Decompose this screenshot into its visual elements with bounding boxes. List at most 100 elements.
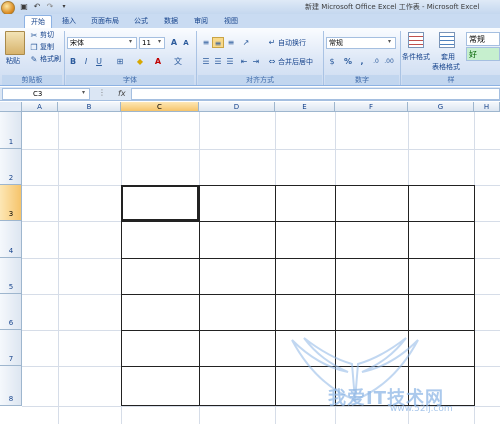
- font-group-label: 字体: [66, 75, 194, 85]
- borders-icon[interactable]: ⊞: [114, 56, 126, 67]
- column-header-h[interactable]: H: [474, 102, 500, 112]
- column-header-d[interactable]: D: [199, 102, 275, 112]
- tab-data[interactable]: 数据: [158, 15, 184, 28]
- ribbon: 粘贴 ✂ 剪切 ❐ 复制 ✎ 格式刷 剪贴板 宋体 ▾ 11 ▾ A A B I…: [0, 28, 500, 86]
- conditional-format-button[interactable]: 条件格式: [402, 52, 430, 63]
- tab-formulas[interactable]: 公式: [128, 15, 154, 28]
- table-border: [474, 185, 475, 406]
- styles-group-label: 样: [402, 75, 500, 85]
- save-icon[interactable]: ▣: [18, 1, 30, 12]
- shrink-font-button[interactable]: A: [180, 38, 192, 49]
- formula-input[interactable]: [131, 88, 500, 100]
- align-left-icon[interactable]: ☰: [200, 56, 212, 67]
- align-right-icon[interactable]: ☰: [224, 56, 236, 67]
- insert-function-button[interactable]: fx: [118, 88, 130, 100]
- tab-home[interactable]: 开始: [24, 15, 52, 28]
- phonetic-icon[interactable]: 文: [172, 56, 184, 67]
- conditional-format-icon[interactable]: [408, 32, 424, 48]
- group-separator: [323, 31, 324, 85]
- format-painter-button[interactable]: 格式刷: [40, 54, 61, 65]
- format-as-table-icon[interactable]: [439, 32, 455, 48]
- tab-review[interactable]: 审阅: [188, 15, 214, 28]
- row-number: 7: [8, 355, 14, 363]
- format-as-table-button-line2[interactable]: 表格格式: [432, 62, 460, 73]
- column-header-f[interactable]: F: [335, 102, 408, 112]
- row-number: 3: [8, 210, 14, 218]
- row-header-1[interactable]: 1: [0, 112, 22, 149]
- number-format-select[interactable]: 常规: [326, 37, 396, 49]
- table-border: [121, 294, 475, 295]
- row-number: 6: [8, 319, 14, 327]
- row-header-3[interactable]: 3: [0, 185, 22, 221]
- customize-qat-icon[interactable]: ▾: [58, 1, 70, 12]
- wrap-text-icon: ↵: [268, 38, 276, 47]
- format-painter-icon: ✎: [30, 55, 38, 64]
- paste-button[interactable]: 粘贴: [6, 56, 20, 67]
- table-border: [121, 258, 475, 259]
- merge-center-icon: ⇔: [268, 57, 276, 66]
- align-bottom-icon[interactable]: ≡: [225, 37, 237, 48]
- font-name-dropdown-icon[interactable]: ▾: [129, 38, 132, 45]
- row-number: 4: [8, 247, 14, 255]
- name-box[interactable]: C3: [2, 88, 90, 100]
- cell-style-good[interactable]: 好: [466, 47, 500, 61]
- title-bar: ▣ ↶ ↷ ▾ 新建 Microsoft Office Excel 工作表 - …: [0, 0, 500, 15]
- excel-window: ▣ ↶ ↷ ▾ 新建 Microsoft Office Excel 工作表 - …: [0, 0, 500, 424]
- italic-button[interactable]: I: [80, 56, 92, 67]
- tab-insert[interactable]: 插入: [56, 15, 82, 28]
- active-cell-c3[interactable]: [121, 185, 199, 221]
- increase-decimal-icon[interactable]: .0: [370, 56, 382, 67]
- row-header-7[interactable]: 7: [0, 330, 22, 366]
- comma-style-button[interactable]: ,: [356, 56, 368, 67]
- undo-icon[interactable]: ↶: [31, 1, 43, 12]
- align-middle-icon[interactable]: ≡: [212, 37, 224, 48]
- alignment-group-label: 对齐方式: [198, 75, 322, 85]
- column-header-b[interactable]: B: [58, 102, 121, 112]
- name-box-dropdown-icon[interactable]: ▾: [82, 89, 85, 96]
- group-separator: [64, 31, 65, 85]
- copy-button[interactable]: 复制: [40, 42, 54, 53]
- cut-button[interactable]: 剪切: [40, 30, 54, 41]
- paste-icon[interactable]: [5, 31, 25, 55]
- merge-center-button[interactable]: 合并后居中: [278, 57, 313, 68]
- cell-style-normal[interactable]: 常规: [466, 32, 500, 46]
- grow-font-button[interactable]: A: [168, 37, 180, 48]
- tab-view[interactable]: 视图: [218, 15, 244, 28]
- ribbon-tabs: 开始 插入 页面布局 公式 数据 审阅 视图: [0, 14, 500, 28]
- row-number: 1: [8, 138, 14, 146]
- column-header-c[interactable]: C: [121, 102, 199, 112]
- font-color-icon[interactable]: A: [152, 56, 164, 67]
- percent-style-button[interactable]: %: [342, 56, 354, 67]
- column-header-a[interactable]: A: [22, 102, 58, 112]
- row-number: 5: [8, 283, 14, 291]
- decrease-indent-icon[interactable]: ⇤: [238, 56, 250, 67]
- bold-button[interactable]: B: [67, 56, 79, 67]
- align-top-icon[interactable]: ≡: [200, 37, 212, 48]
- wrap-text-button[interactable]: 自动换行: [278, 38, 306, 49]
- row-number: 8: [8, 395, 14, 403]
- column-header-e[interactable]: E: [275, 102, 335, 112]
- increase-indent-icon[interactable]: ⇥: [250, 56, 262, 67]
- align-center-icon[interactable]: ☰: [212, 56, 224, 67]
- row-header-6[interactable]: 6: [0, 294, 22, 330]
- underline-button[interactable]: U: [93, 56, 105, 67]
- watermark-url: www.52ij.com: [390, 404, 453, 414]
- column-header-g[interactable]: G: [408, 102, 474, 112]
- font-size-select[interactable]: 11: [139, 37, 165, 49]
- office-button[interactable]: [1, 1, 15, 15]
- tab-page-layout[interactable]: 页面布局: [86, 15, 124, 28]
- redo-icon[interactable]: ↷: [44, 1, 56, 12]
- orientation-icon[interactable]: ↗: [240, 37, 252, 48]
- row-header-2[interactable]: 2: [0, 149, 22, 185]
- row-header-5[interactable]: 5: [0, 258, 22, 294]
- accounting-format-icon[interactable]: $: [326, 56, 338, 67]
- fill-color-icon[interactable]: ◆: [134, 56, 146, 67]
- select-all-corner[interactable]: [0, 102, 22, 112]
- row-header-4[interactable]: 4: [0, 221, 22, 258]
- worksheet-grid[interactable]: A B C D E F G H 1 2 3 4 5 6 7 8: [0, 102, 500, 424]
- row-header-8[interactable]: 8: [0, 366, 22, 406]
- font-size-dropdown-icon[interactable]: ▾: [158, 38, 161, 45]
- decrease-decimal-icon[interactable]: .00: [383, 56, 395, 67]
- number-format-dropdown-icon[interactable]: ▾: [388, 38, 391, 45]
- font-name-select[interactable]: 宋体: [67, 37, 137, 49]
